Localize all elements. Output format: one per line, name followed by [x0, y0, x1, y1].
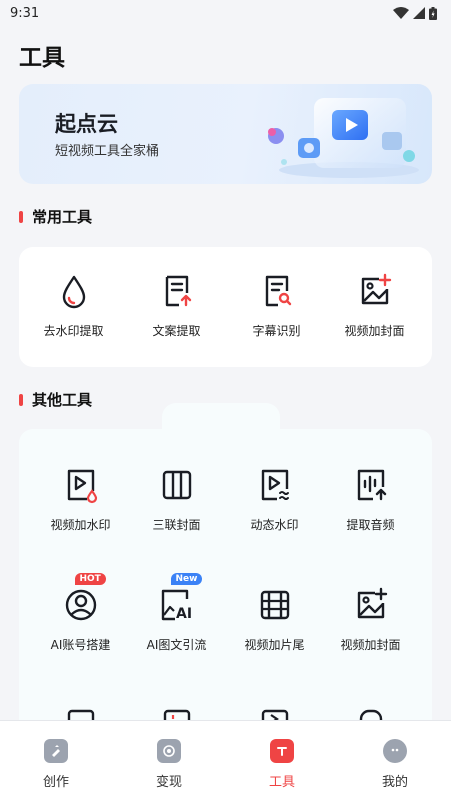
- tool-video-cover[interactable]: 视频加封面: [323, 271, 426, 339]
- page-title: 工具: [19, 45, 65, 71]
- profile-icon: [383, 739, 407, 763]
- tool-dynamic-watermark[interactable]: 动态水印: [223, 465, 326, 533]
- video-wave-icon: [255, 465, 295, 505]
- tools-icon: [270, 739, 294, 763]
- section-label: 其他工具: [32, 391, 93, 409]
- tab-label: 工具: [268, 775, 295, 790]
- svg-text:AI: AI: [176, 606, 192, 622]
- tool-label: 三联封面: [152, 518, 201, 532]
- battery-icon: [429, 6, 437, 20]
- tool-label: 视频加封面: [344, 324, 405, 338]
- tool-extract-audio[interactable]: 提取音频: [319, 465, 422, 533]
- promo-banner[interactable]: 起点云 短视频工具全家桶: [19, 84, 432, 184]
- audio-extract-icon: [351, 465, 391, 505]
- tool-copy-extract[interactable]: 文案提取: [125, 271, 228, 339]
- water-drop-icon: [54, 271, 94, 311]
- tool-label: 视频加封面: [340, 638, 401, 652]
- tab-label: 变现: [155, 775, 182, 790]
- tool-label: 字幕识别: [252, 324, 301, 338]
- film-icon: [255, 585, 295, 625]
- hot-badge: HOT: [74, 573, 106, 585]
- signal-icon: [413, 7, 425, 19]
- section-marker: [19, 393, 23, 406]
- image-add-icon: [351, 585, 391, 625]
- banner-subtitle: 短视频工具全家桶: [55, 144, 160, 159]
- tool-ai-image-text[interactable]: AI New AI图文引流: [125, 573, 228, 653]
- tool-label: 去水印提取: [43, 324, 104, 338]
- tab-label: 我的: [381, 775, 408, 790]
- status-time: 9:31: [10, 5, 40, 21]
- tool-triptych-cover[interactable]: 三联封面: [125, 465, 228, 533]
- tool-label: 文案提取: [152, 324, 201, 338]
- account-icon: HOT: [61, 573, 106, 625]
- section-label: 常用工具: [32, 208, 93, 226]
- tool-video-watermark[interactable]: 视频加水印: [29, 465, 132, 533]
- tool-remove-watermark[interactable]: 去水印提取: [22, 271, 125, 339]
- tool-video-cover-2[interactable]: 视频加封面: [319, 585, 422, 653]
- tool-label: 提取音频: [346, 518, 395, 532]
- tool-ai-account[interactable]: HOT AI账号搭建: [29, 573, 132, 653]
- new-badge: New: [170, 573, 203, 585]
- status-icons: [393, 6, 437, 20]
- document-upload-icon: [157, 271, 197, 311]
- status-bar: 9:31: [0, 0, 451, 26]
- tool-label: AI账号搭建: [50, 638, 111, 652]
- banner-title: 起点云: [55, 112, 118, 136]
- tool-label: AI图文引流: [146, 638, 207, 652]
- tool-label: 视频加水印: [50, 518, 111, 532]
- triptych-icon: [157, 465, 197, 505]
- tab-profile[interactable]: 我的: [355, 739, 435, 790]
- section-other-tools: 其他工具: [19, 389, 92, 410]
- ai-image-text-icon: AI New: [157, 573, 203, 625]
- tab-tools[interactable]: 工具: [242, 739, 322, 790]
- monetize-icon: [157, 739, 181, 763]
- tab-create[interactable]: 创作: [16, 739, 96, 790]
- tool-video-ending[interactable]: 视频加片尾: [223, 585, 326, 653]
- document-search-icon: [257, 271, 297, 311]
- bottom-tab-bar: 创作 变现 工具 我的: [0, 720, 451, 803]
- wifi-icon: [393, 7, 409, 19]
- tool-label: 动态水印: [250, 518, 299, 532]
- section-common-tools: 常用工具: [19, 206, 92, 227]
- video-watermark-icon: [61, 465, 101, 505]
- tab-label: 创作: [42, 775, 69, 790]
- create-icon: [44, 739, 68, 763]
- banner-illustration: [268, 98, 419, 178]
- tab-monetize[interactable]: 变现: [129, 739, 209, 790]
- tool-subtitle-recognition[interactable]: 字幕识别: [225, 271, 328, 339]
- tool-label: 视频加片尾: [244, 638, 305, 652]
- other-tools-card: 视频加水印 三联封面 动态水印 提取音频 HOT AI账号搭建 AI New A…: [19, 429, 432, 749]
- image-add-icon: [355, 271, 395, 311]
- section-marker: [19, 210, 23, 223]
- common-tools-card: 去水印提取 文案提取 字幕识别 视频加封面: [19, 247, 432, 367]
